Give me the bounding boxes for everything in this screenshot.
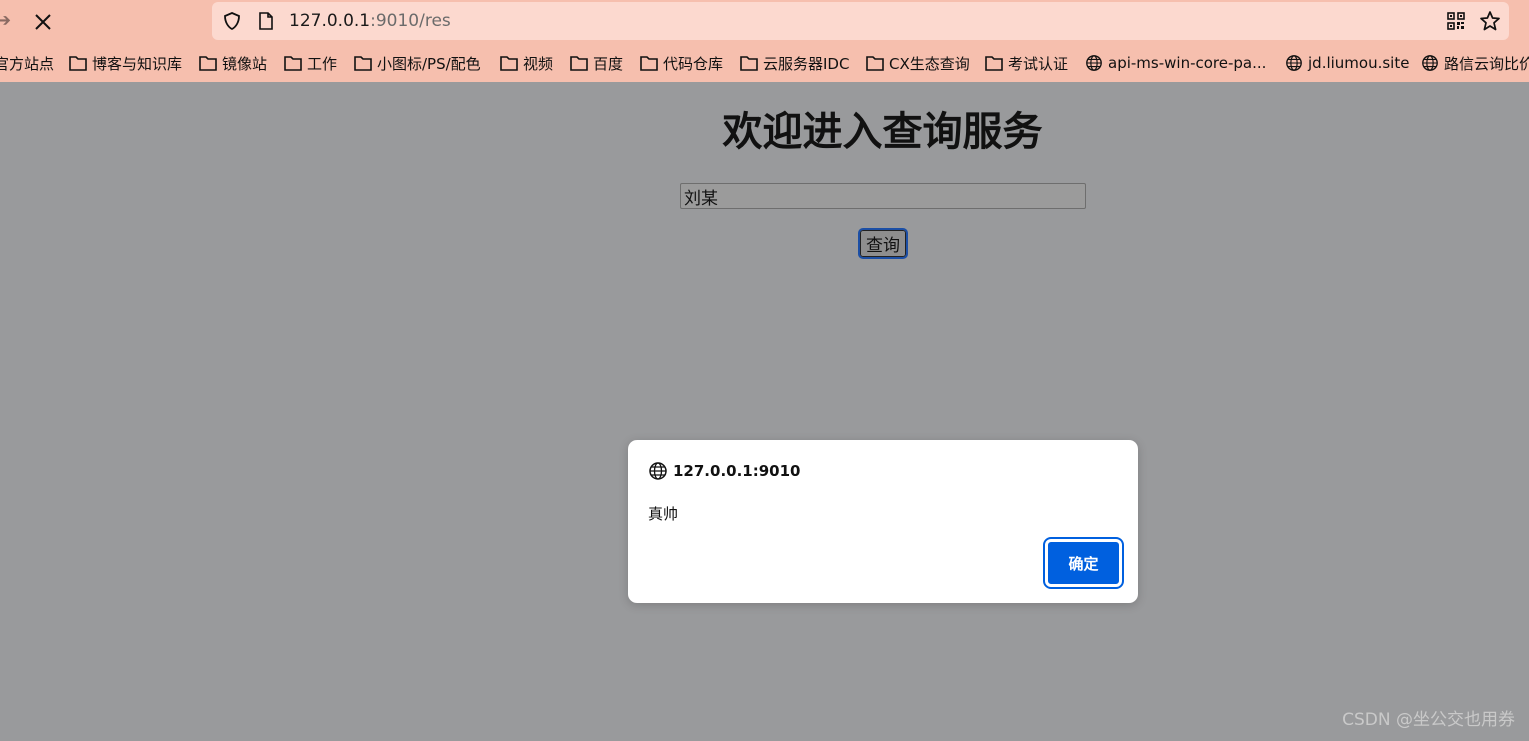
- page-title: 欢迎进入查询服务: [722, 108, 1043, 155]
- bookmark-folder[interactable]: 工作: [283, 52, 337, 74]
- bookmark-label: api-ms-win-core-pa...: [1108, 54, 1267, 72]
- bookmark-label: 镜像站: [222, 54, 268, 73]
- bookmark-folder[interactable]: 代码仓库: [639, 52, 723, 74]
- forward-arrow-icon[interactable]: ➔: [0, 10, 12, 32]
- dialog-message: 真帅: [648, 505, 679, 523]
- url-host: 127.0.0.1: [289, 11, 371, 31]
- globe-icon: [1422, 55, 1438, 71]
- bookmark-folder[interactable]: CX生态查询: [865, 52, 970, 74]
- bookmark-label: 考试认证: [1008, 54, 1069, 73]
- globe-icon: [648, 461, 668, 481]
- name-search-input[interactable]: [680, 183, 1086, 209]
- folder-icon: [740, 56, 758, 71]
- bookmark-folder[interactable]: 百度: [569, 52, 623, 74]
- bookmark-label: 代码仓库: [663, 54, 724, 73]
- bookmark-folder[interactable]: 云服务器IDC: [739, 52, 849, 74]
- browser-chrome: ➔ 127.0.0.1:9010/res 官方站点 博客与知识库 镜像站 工作 …: [0, 0, 1529, 82]
- qr-code-icon[interactable]: [1447, 12, 1465, 30]
- bookmark-label: 工作: [307, 54, 338, 73]
- folder-icon: [985, 56, 1003, 71]
- bookmarks-bar: 官方站点 博客与知识库 镜像站 工作 小图标/PS/配色 视频 百度 代码仓库 …: [0, 46, 1529, 80]
- confirm-button[interactable]: 确定: [1043, 537, 1124, 589]
- alert-dialog: 127.0.0.1:9010 真帅 确定: [628, 440, 1138, 603]
- folder-icon: [570, 56, 588, 71]
- bookmark-label: 官方站点: [0, 54, 55, 73]
- bookmark-folder[interactable]: 考试认证: [984, 52, 1068, 74]
- watermark: CSDN @坐公交也用券: [1342, 710, 1515, 730]
- url-path: :9010/res: [370, 11, 451, 31]
- dialog-origin: 127.0.0.1:9010: [673, 462, 801, 480]
- bookmark-label: jd.liumou.site: [1308, 54, 1410, 72]
- folder-icon: [500, 56, 518, 71]
- query-button[interactable]: 查询: [858, 228, 908, 259]
- address-bar[interactable]: 127.0.0.1:9010/res: [212, 2, 1509, 40]
- bookmark-label: 云服务器IDC: [763, 54, 850, 73]
- folder-icon: [69, 56, 87, 71]
- bookmark-label: 路信云询比价: [1444, 54, 1529, 73]
- url-text[interactable]: 127.0.0.1:9010/res: [289, 10, 451, 32]
- bookmark-folder[interactable]: 博客与知识库: [68, 52, 182, 74]
- globe-icon: [1286, 55, 1302, 71]
- folder-icon: [199, 56, 217, 71]
- globe-icon: [1086, 55, 1102, 71]
- stop-loading-icon[interactable]: [32, 11, 54, 33]
- bookmark-label: 视频: [523, 54, 554, 73]
- shield-icon[interactable]: [222, 11, 242, 31]
- bookmark-link[interactable]: api-ms-win-core-pa...: [1084, 52, 1266, 74]
- bookmark-folder[interactable]: 视频: [499, 52, 553, 74]
- bookmark-label: 博客与知识库: [92, 54, 183, 73]
- bookmark-folder[interactable]: 小图标/PS/配色: [353, 52, 481, 74]
- folder-icon: [354, 56, 372, 71]
- bookmark-label: 小图标/PS/配色: [377, 54, 481, 73]
- folder-icon: [640, 56, 658, 71]
- bookmark-link[interactable]: 路信云询比价: [1420, 52, 1529, 74]
- folder-icon: [284, 56, 302, 71]
- bookmark-link[interactable]: jd.liumou.site: [1284, 52, 1409, 74]
- bookmark-label: CX生态查询: [889, 54, 970, 73]
- bookmark-item[interactable]: 官方站点: [0, 52, 54, 74]
- folder-icon: [866, 56, 884, 71]
- bookmark-label: 百度: [593, 54, 624, 73]
- bookmark-folder[interactable]: 镜像站: [198, 52, 267, 74]
- bookmark-star-icon[interactable]: [1479, 10, 1501, 32]
- page-icon[interactable]: [258, 11, 274, 31]
